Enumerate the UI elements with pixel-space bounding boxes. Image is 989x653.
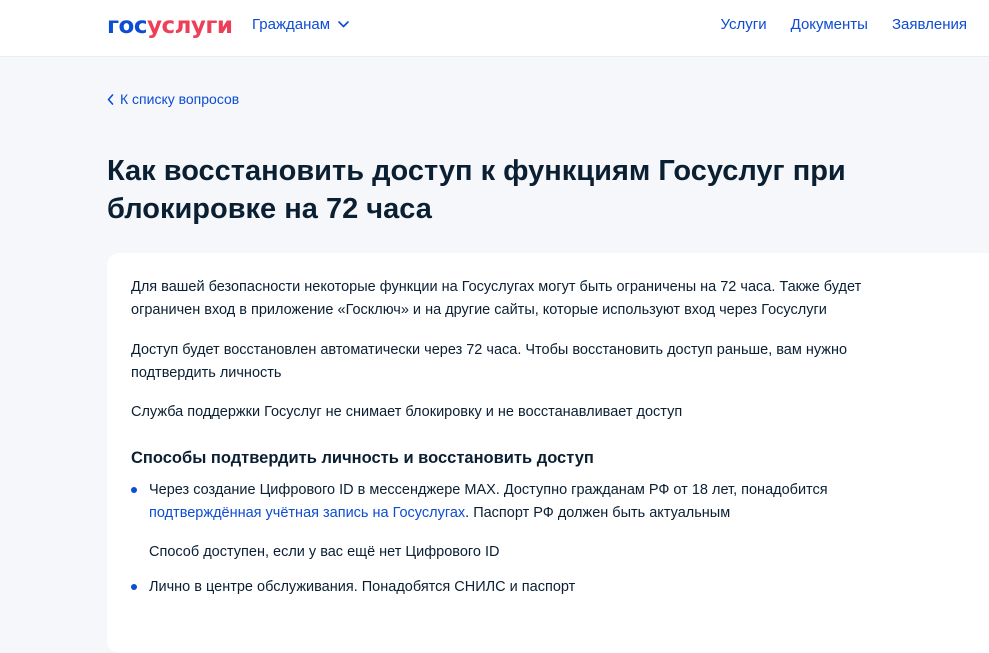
verified-account-link[interactable]: подтверждённая учётная запись на Госуслу… [149, 505, 465, 521]
nav-documents[interactable]: Документы [791, 16, 868, 33]
chevron-left-icon [107, 93, 114, 105]
nav-applications[interactable]: Заявления [892, 16, 967, 33]
chevron-down-icon [338, 21, 349, 28]
list-item-digital-id-text2: . Паспорт РФ должен быть актуальным [465, 505, 731, 521]
gosuslugi-logo[interactable]: госуслуги [107, 13, 233, 39]
page-title: Как восстановить доступ к функциям Госус… [107, 155, 846, 225]
list-item-digital-id-note: Способ доступен, если у вас ещё нет Цифр… [149, 544, 500, 560]
paragraph-support: Служба поддержки Госуслуг не снимает бло… [131, 404, 683, 420]
back-link-label: К списку вопросов [120, 91, 240, 107]
logo-part-uslugi: услуги [146, 13, 233, 39]
list-item-digital-id: Через создание Цифрового ID в мессенджер… [149, 479, 939, 525]
bullet-icon [131, 487, 137, 493]
nav-services[interactable]: Услуги [721, 16, 767, 33]
ways-heading: Способы подтвердить личность и восстанов… [131, 449, 594, 467]
bullet-icon [131, 584, 137, 590]
top-nav: Услуги Документы Заявления [721, 16, 968, 33]
list-item-digital-id-text1: Через создание Цифрового ID в мессенджер… [149, 482, 828, 498]
paragraph-security: Для вашей безопасности некоторые функции… [131, 279, 862, 318]
list-item-service-center: Лично в центре обслуживания. Понадобятся… [149, 579, 576, 595]
back-to-questions-link[interactable]: К списку вопросов [107, 91, 239, 107]
audience-dropdown[interactable]: Гражданам [252, 16, 349, 33]
header: госуслуги Гражданам Услуги Документы Зая… [0, 0, 989, 57]
logo-part-gos: гос [107, 13, 147, 39]
audience-label: Гражданам [252, 16, 331, 33]
paragraph-auto-restore: Доступ будет восстановлен автоматически … [131, 342, 848, 381]
